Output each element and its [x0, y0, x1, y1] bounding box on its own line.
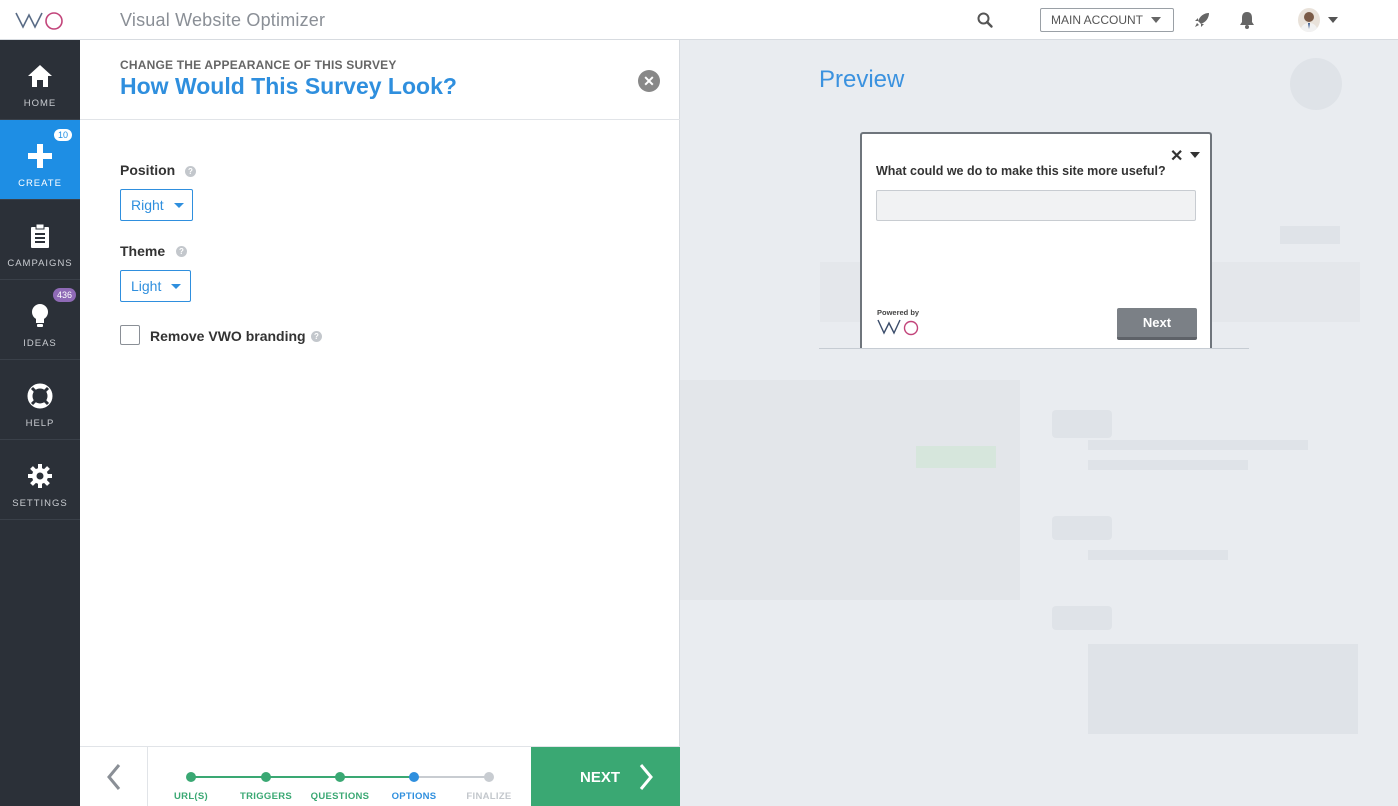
- sidebar-item-label: SETTINGS: [12, 498, 68, 509]
- sidebar-item-ideas[interactable]: 436 IDEAS: [0, 280, 80, 360]
- sidebar-item-help[interactable]: HELP: [0, 360, 80, 440]
- ghost-block: [1052, 410, 1112, 438]
- clipboard-icon: [27, 222, 53, 250]
- step-connector: [414, 776, 489, 778]
- position-value: Right: [131, 197, 164, 213]
- vwo-logo[interactable]: [14, 9, 68, 31]
- survey-widget-preview: ✕ What could we do to make this site mor…: [860, 132, 1212, 348]
- panel-header: CHANGE THE APPEARANCE OF THIS SURVEY How…: [80, 40, 680, 120]
- rocket-icon[interactable]: [1192, 10, 1212, 30]
- help-icon[interactable]: ?: [185, 166, 196, 177]
- sidebar-item-label: HOME: [23, 98, 57, 109]
- account-label: MAIN ACCOUNT: [1051, 13, 1144, 27]
- chevron-down-icon[interactable]: [1190, 152, 1200, 158]
- wizard-steps: URL(S) TRIGGERS QUESTIONS OPTIONS FINALI…: [148, 747, 531, 806]
- sidebar-item-label: CAMPAIGNS: [7, 258, 73, 269]
- step-label-triggers[interactable]: TRIGGERS: [240, 791, 292, 802]
- sidebar-item-label: CREATE: [18, 178, 62, 189]
- survey-appearance-panel: CHANGE THE APPEARANCE OF THIS SURVEY How…: [80, 40, 680, 806]
- panel-subtitle: CHANGE THE APPEARANCE OF THIS SURVEY: [120, 58, 397, 72]
- wizard-bar: URL(S) TRIGGERS QUESTIONS OPTIONS FINALI…: [80, 746, 680, 806]
- home-icon: [27, 62, 53, 90]
- page-title: How Would This Survey Look?: [120, 73, 457, 99]
- account-dropdown[interactable]: MAIN ACCOUNT: [1040, 8, 1174, 32]
- sidebar-item-campaigns[interactable]: CAMPAIGNS: [0, 200, 80, 280]
- next-button[interactable]: NEXT: [531, 747, 680, 806]
- ghost-block: [1088, 550, 1228, 560]
- sidebar: HOME 10 CREATE CAMPAIGNS 436 IDEAS HELP …: [0, 40, 80, 806]
- ideas-count-badge: 436: [53, 288, 77, 302]
- survey-question: What could we do to make this site more …: [876, 164, 1166, 178]
- survey-answer-input[interactable]: [876, 190, 1196, 221]
- help-icon[interactable]: ?: [311, 331, 322, 342]
- survey-next-button[interactable]: Next: [1117, 308, 1197, 340]
- position-dropdown[interactable]: Right: [120, 189, 193, 221]
- help-icon[interactable]: ?: [176, 246, 187, 257]
- sidebar-item-label: HELP: [25, 418, 55, 429]
- chevron-down-icon[interactable]: [1328, 17, 1338, 23]
- ghost-block: [916, 446, 996, 468]
- position-label: Position: [120, 162, 176, 178]
- step-label-urls[interactable]: URL(S): [174, 791, 208, 802]
- app-title: Visual Website Optimizer: [120, 10, 326, 30]
- step-dot-finalize: [484, 772, 494, 782]
- avatar[interactable]: [1298, 8, 1320, 32]
- search-icon[interactable]: [976, 11, 994, 29]
- step-connector: [266, 776, 340, 778]
- next-button-label: NEXT: [580, 768, 621, 786]
- sidebar-item-create[interactable]: 10 CREATE: [0, 120, 80, 200]
- theme-dropdown[interactable]: Light: [120, 270, 191, 302]
- theme-value: Light: [131, 278, 162, 294]
- ghost-block: [680, 380, 1020, 600]
- preview-title: Preview: [819, 66, 905, 93]
- powered-by-label: Powered by: [877, 308, 920, 317]
- chevron-left-icon: [106, 764, 120, 790]
- gear-icon: [27, 462, 53, 490]
- ghost-block: [1052, 516, 1112, 540]
- ghost-block: [1088, 460, 1248, 470]
- chevron-right-icon: [639, 764, 653, 790]
- sidebar-item-settings[interactable]: SETTINGS: [0, 440, 80, 520]
- step-label-questions[interactable]: QUESTIONS: [311, 791, 370, 802]
- create-count-badge: 10: [53, 128, 74, 142]
- ghost-block: [1280, 226, 1340, 244]
- bell-icon[interactable]: [1238, 10, 1256, 30]
- top-bar: Visual Website Optimizer MAIN ACCOUNT: [0, 0, 1398, 40]
- close-icon[interactable]: ✕: [638, 70, 660, 92]
- chevron-down-icon: [1151, 17, 1162, 23]
- ghost-block: [1088, 440, 1308, 450]
- step-connector: [340, 776, 414, 778]
- remove-branding-label[interactable]: Remove VWO branding: [150, 328, 306, 344]
- lifebuoy-icon: [27, 382, 53, 410]
- close-icon[interactable]: ✕: [1170, 146, 1183, 166]
- step-connector: [191, 776, 266, 778]
- step-dot-urls[interactable]: [186, 772, 196, 782]
- sidebar-item-label: IDEAS: [23, 338, 57, 349]
- remove-branding-checkbox[interactable]: [120, 325, 140, 345]
- preview-divider: [819, 348, 1249, 349]
- step-dot-questions[interactable]: [335, 772, 345, 782]
- chevron-down-icon: [171, 283, 182, 289]
- ghost-block: [1088, 644, 1358, 734]
- lightbulb-icon: [27, 302, 53, 330]
- sidebar-item-home[interactable]: HOME: [0, 40, 80, 120]
- theme-label: Theme: [120, 243, 166, 259]
- plus-icon: [27, 142, 53, 170]
- vwo-logo: [877, 319, 919, 336]
- preview-area: Preview ✕ What could we do to make this …: [680, 40, 1398, 806]
- chevron-down-icon: [173, 202, 184, 208]
- back-button[interactable]: [80, 747, 148, 806]
- step-label-finalize: FINALIZE: [466, 791, 512, 802]
- step-dot-triggers[interactable]: [261, 772, 271, 782]
- step-dot-options[interactable]: [409, 772, 419, 782]
- ghost-avatar: [1290, 58, 1342, 110]
- step-label-options[interactable]: OPTIONS: [392, 791, 437, 802]
- ghost-block: [1052, 606, 1112, 630]
